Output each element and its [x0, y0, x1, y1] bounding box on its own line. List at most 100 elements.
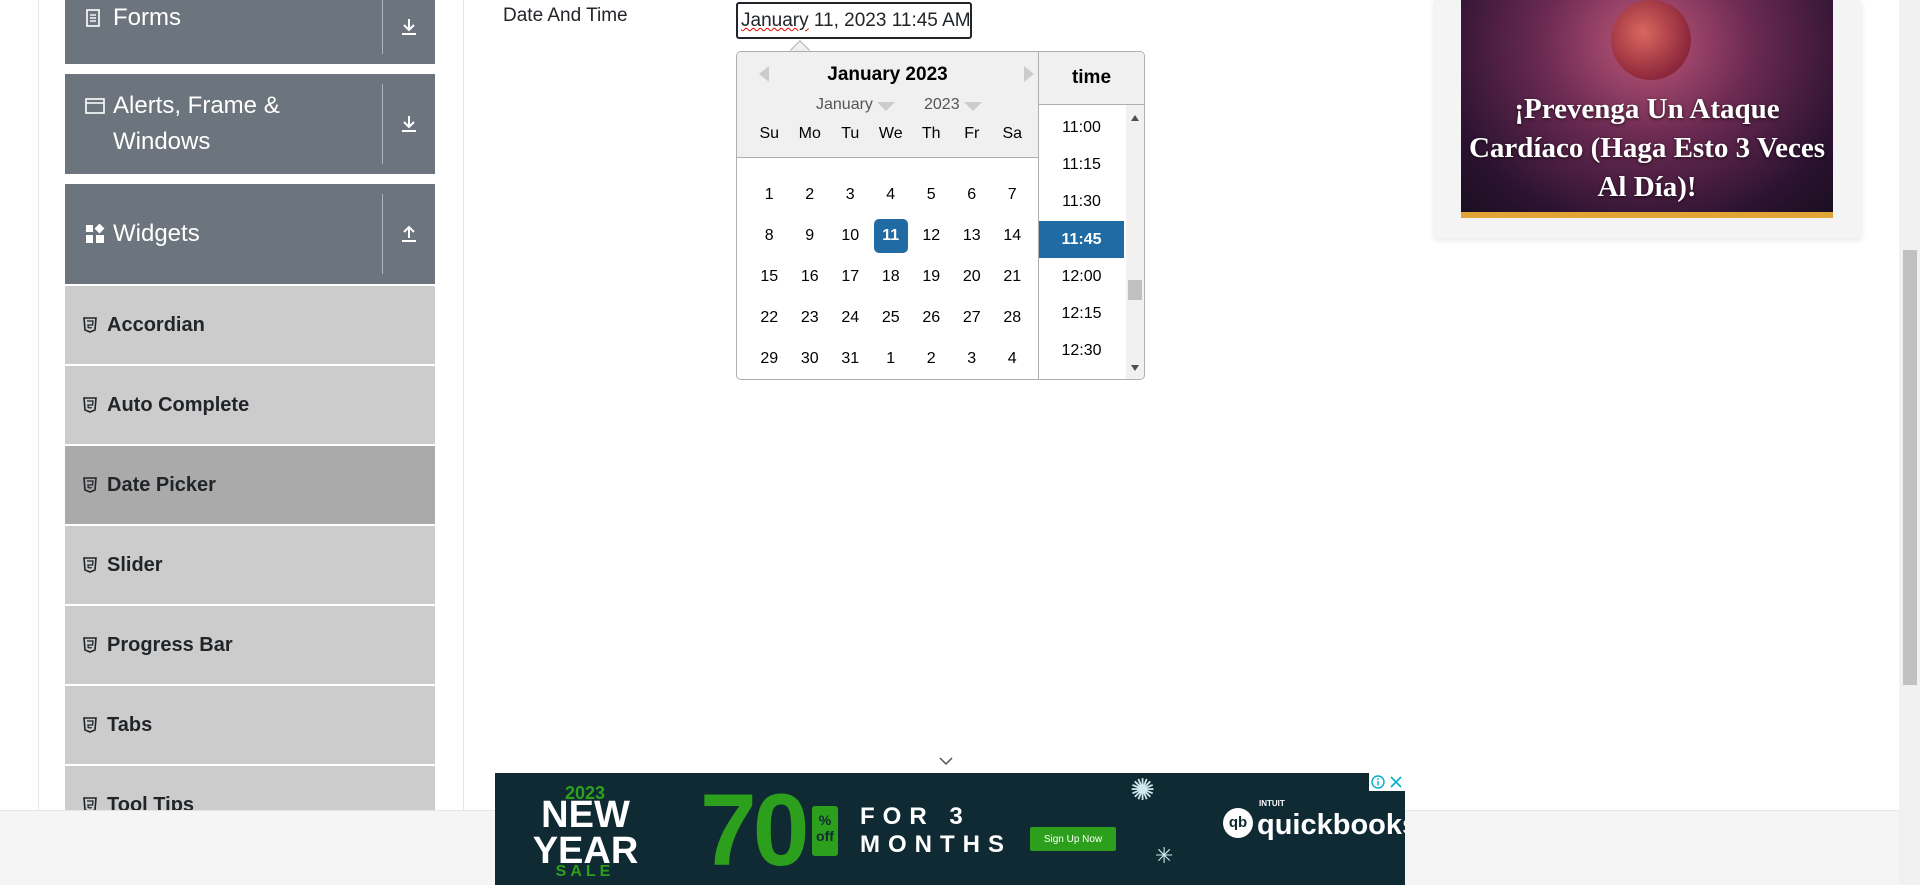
ad-accent-bar	[1461, 212, 1833, 218]
datepicker-month-panel: January 2023 January 2023 Su Mo Tu We Th…	[737, 52, 1039, 379]
day-cell[interactable]: 1	[874, 342, 908, 376]
day-cell[interactable]: 27	[955, 301, 989, 335]
time-list: 11:00 11:15 11:30 11:45 12:00 12:15 12:3…	[1039, 105, 1124, 379]
day-cell[interactable]: 12	[914, 219, 948, 253]
advertisement-right[interactable]: ¡Prevenga Un Ataque Cardíaco (Haga Esto …	[1434, 0, 1861, 238]
ad-sale: SALE	[555, 863, 615, 880]
year-select[interactable]: 2023	[924, 96, 982, 114]
time-option[interactable]: 12:00	[1039, 258, 1124, 295]
scrollbar-thumb[interactable]	[1128, 280, 1142, 300]
day-cell[interactable]: 10	[833, 219, 867, 253]
firework-icon: ✺	[1130, 774, 1156, 807]
group-header-alerts[interactable]: Alerts, Frame & Windows	[65, 74, 435, 174]
day-cell[interactable]: 6	[955, 178, 989, 212]
day-cell[interactable]: 25	[874, 301, 908, 335]
day-cell[interactable]: 1	[752, 178, 786, 212]
day-cell[interactable]: 8	[752, 219, 786, 253]
weekday-name: Fr	[964, 125, 980, 142]
ad-image: ¡Prevenga Un Ataque Cardíaco (Haga Esto …	[1461, 0, 1833, 212]
html5-icon	[83, 717, 107, 733]
page-scrollbar[interactable]	[1899, 0, 1920, 885]
day-grid: 1 2 3 4 5 6 7 8 9 10 11 12 13 14 15 16 1…	[749, 174, 1033, 379]
sidebar-item-progress-bar[interactable]: Progress Bar	[65, 606, 435, 684]
close-icon[interactable]	[1387, 773, 1405, 791]
time-option[interactable]: 12:30	[1039, 332, 1124, 369]
day-cell[interactable]: 16	[793, 260, 827, 294]
download-icon[interactable]	[382, 84, 435, 164]
page-scrollbar-thumb[interactable]	[1903, 250, 1917, 685]
day-cell[interactable]: 21	[995, 260, 1029, 294]
chevron-down-icon[interactable]	[938, 753, 954, 769]
date-and-time-input[interactable]: January 11, 2023 11:45 AM	[736, 2, 972, 39]
day-cell[interactable]: 26	[914, 301, 948, 335]
sidebar: Forms Alerts, Frame & Windows Widgets Ac…	[65, 0, 435, 810]
group-header-forms[interactable]: Forms	[65, 0, 435, 64]
ad-percent: 70	[700, 773, 809, 885]
brand-small: INTUIT	[1259, 799, 1285, 808]
day-cell[interactable]: 18	[874, 260, 908, 294]
datepicker-header: January 2023 January 2023 Su Mo Tu We Th…	[737, 52, 1038, 158]
html5-icon	[83, 637, 107, 653]
group-header-widgets[interactable]: Widgets	[65, 184, 435, 284]
month-select[interactable]: January	[816, 96, 895, 114]
sidebar-item-label: Tool Tips	[107, 793, 195, 811]
sidebar-item-accordian[interactable]: Accordian	[65, 286, 435, 364]
sidebar-item-tool-tips[interactable]: Tool Tips	[65, 766, 435, 810]
day-cell[interactable]: 19	[914, 260, 948, 294]
day-cell[interactable]: 4	[995, 342, 1029, 376]
time-option-selected[interactable]: 11:45	[1039, 221, 1124, 258]
day-cell[interactable]: 4	[874, 178, 908, 212]
ad-headline: ¡Prevenga Un Ataque Cardíaco (Haga Esto …	[1468, 93, 1826, 203]
day-cell[interactable]: 20	[955, 260, 989, 294]
scroll-down-icon[interactable]	[1131, 365, 1139, 371]
day-cell[interactable]: 30	[793, 342, 827, 376]
time-option[interactable]: 11:00	[1039, 109, 1124, 146]
day-cell[interactable]: 23	[793, 301, 827, 335]
download-icon[interactable]	[382, 0, 435, 54]
input-value-month: January	[741, 10, 809, 31]
sidebar-item-label: Auto Complete	[107, 393, 250, 416]
day-cell[interactable]: 29	[752, 342, 786, 376]
day-cell[interactable]: 3	[955, 342, 989, 376]
day-cell[interactable]: 14	[995, 219, 1029, 253]
day-cell[interactable]: 2	[793, 178, 827, 212]
group-label: Widgets	[113, 220, 200, 247]
ad-signup-button[interactable]: Sign Up Now	[1030, 827, 1116, 851]
day-cell[interactable]: 2	[914, 342, 948, 376]
sidebar-item-date-picker[interactable]: Date Picker	[65, 446, 435, 524]
time-option[interactable]: 12:15	[1039, 295, 1124, 332]
time-list-scrollbar[interactable]	[1126, 105, 1144, 379]
widgets-icon	[85, 216, 113, 252]
year-select-value: 2023	[924, 96, 960, 113]
day-cell[interactable]: 3	[833, 178, 867, 212]
sidebar-item-slider[interactable]: Slider	[65, 526, 435, 604]
day-cell[interactable]: 24	[833, 301, 867, 335]
day-cell[interactable]: 9	[793, 219, 827, 253]
day-cell[interactable]: 7	[995, 178, 1029, 212]
day-cell[interactable]: 15	[752, 260, 786, 294]
day-cell[interactable]: 31	[833, 342, 867, 376]
advertisement-bottom[interactable]: 2023 NEW YEAR SALE 70 % off FOR 3 MONTHS…	[495, 773, 1405, 885]
html5-icon	[83, 557, 107, 573]
day-cell[interactable]: 17	[833, 260, 867, 294]
scroll-up-icon[interactable]	[1131, 115, 1139, 121]
group-label: Forms	[113, 4, 181, 31]
day-cell[interactable]: 5	[914, 178, 948, 212]
week-row: 8 9 10 11 12 13 14	[749, 215, 1033, 256]
day-cell[interactable]: 13	[955, 219, 989, 253]
time-option[interactable]: 11:30	[1039, 183, 1124, 220]
sidebar-item-auto-complete[interactable]: Auto Complete	[65, 366, 435, 444]
sidebar-divider	[463, 0, 464, 810]
html5-icon	[83, 477, 107, 493]
week-row: 15 16 17 18 19 20 21	[749, 256, 1033, 297]
day-cell-selected[interactable]: 11	[873, 218, 908, 253]
day-cell[interactable]: 22	[752, 301, 786, 335]
ad-percent-off: % off	[812, 806, 838, 856]
time-option[interactable]: 11:15	[1039, 146, 1124, 183]
sidebar-item-tabs[interactable]: Tabs	[65, 686, 435, 764]
day-cell[interactable]: 28	[995, 301, 1029, 335]
sidebar-item-label: Tabs	[107, 713, 153, 736]
upload-icon[interactable]	[382, 194, 435, 274]
ad-info-icon[interactable]	[1369, 773, 1387, 791]
chevron-down-icon	[963, 102, 982, 111]
